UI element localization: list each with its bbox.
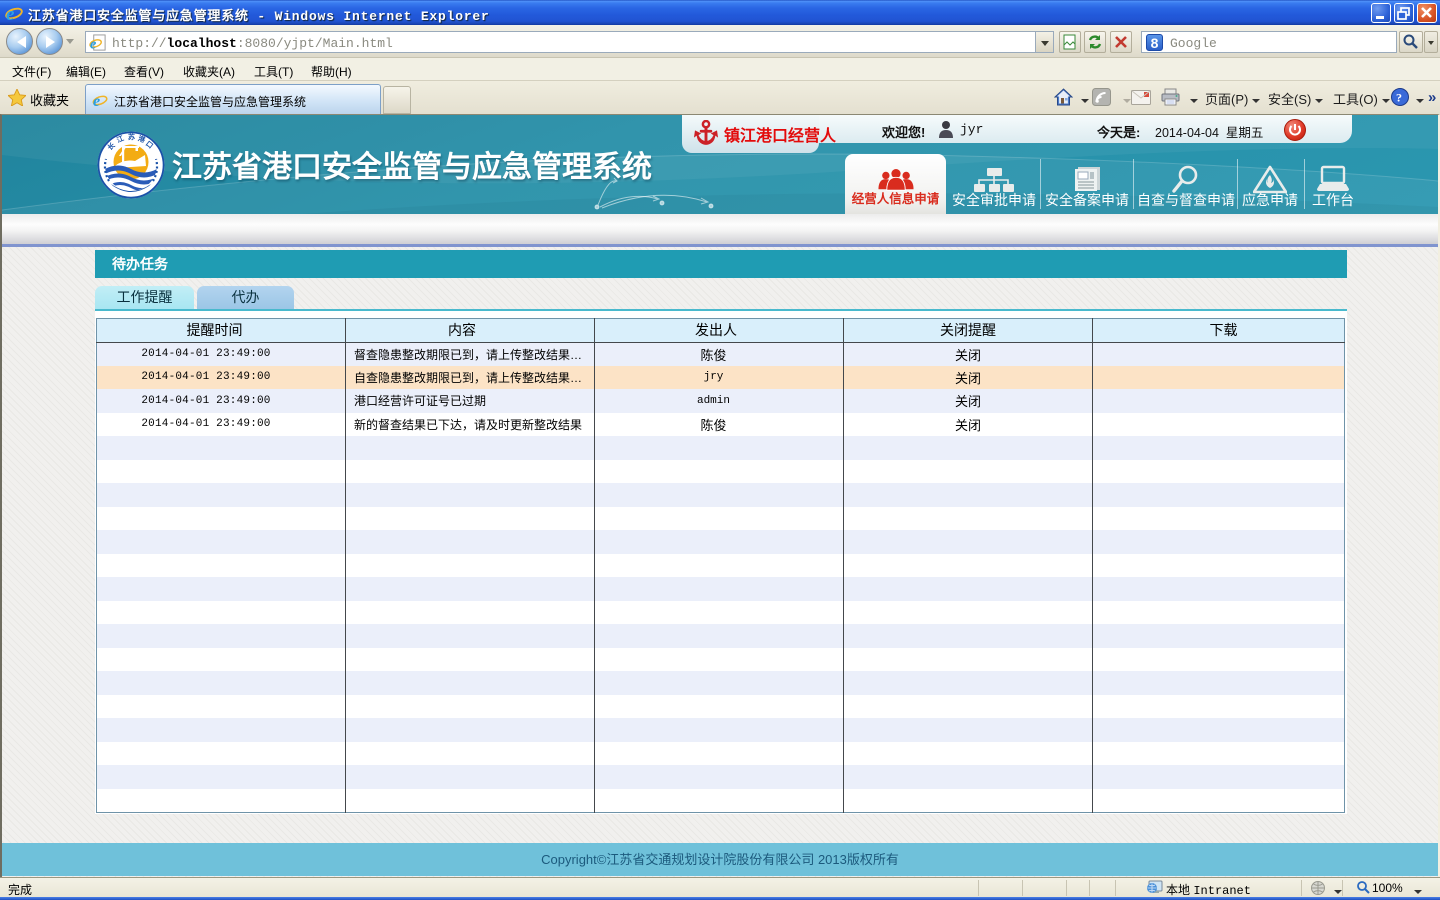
svg-text:?: ? <box>1396 91 1402 105</box>
svg-text:e: e <box>90 37 96 52</box>
svg-text:e: e <box>93 93 100 109</box>
svg-text:苏: 苏 <box>128 132 135 141</box>
svg-text:e: e <box>6 4 15 22</box>
